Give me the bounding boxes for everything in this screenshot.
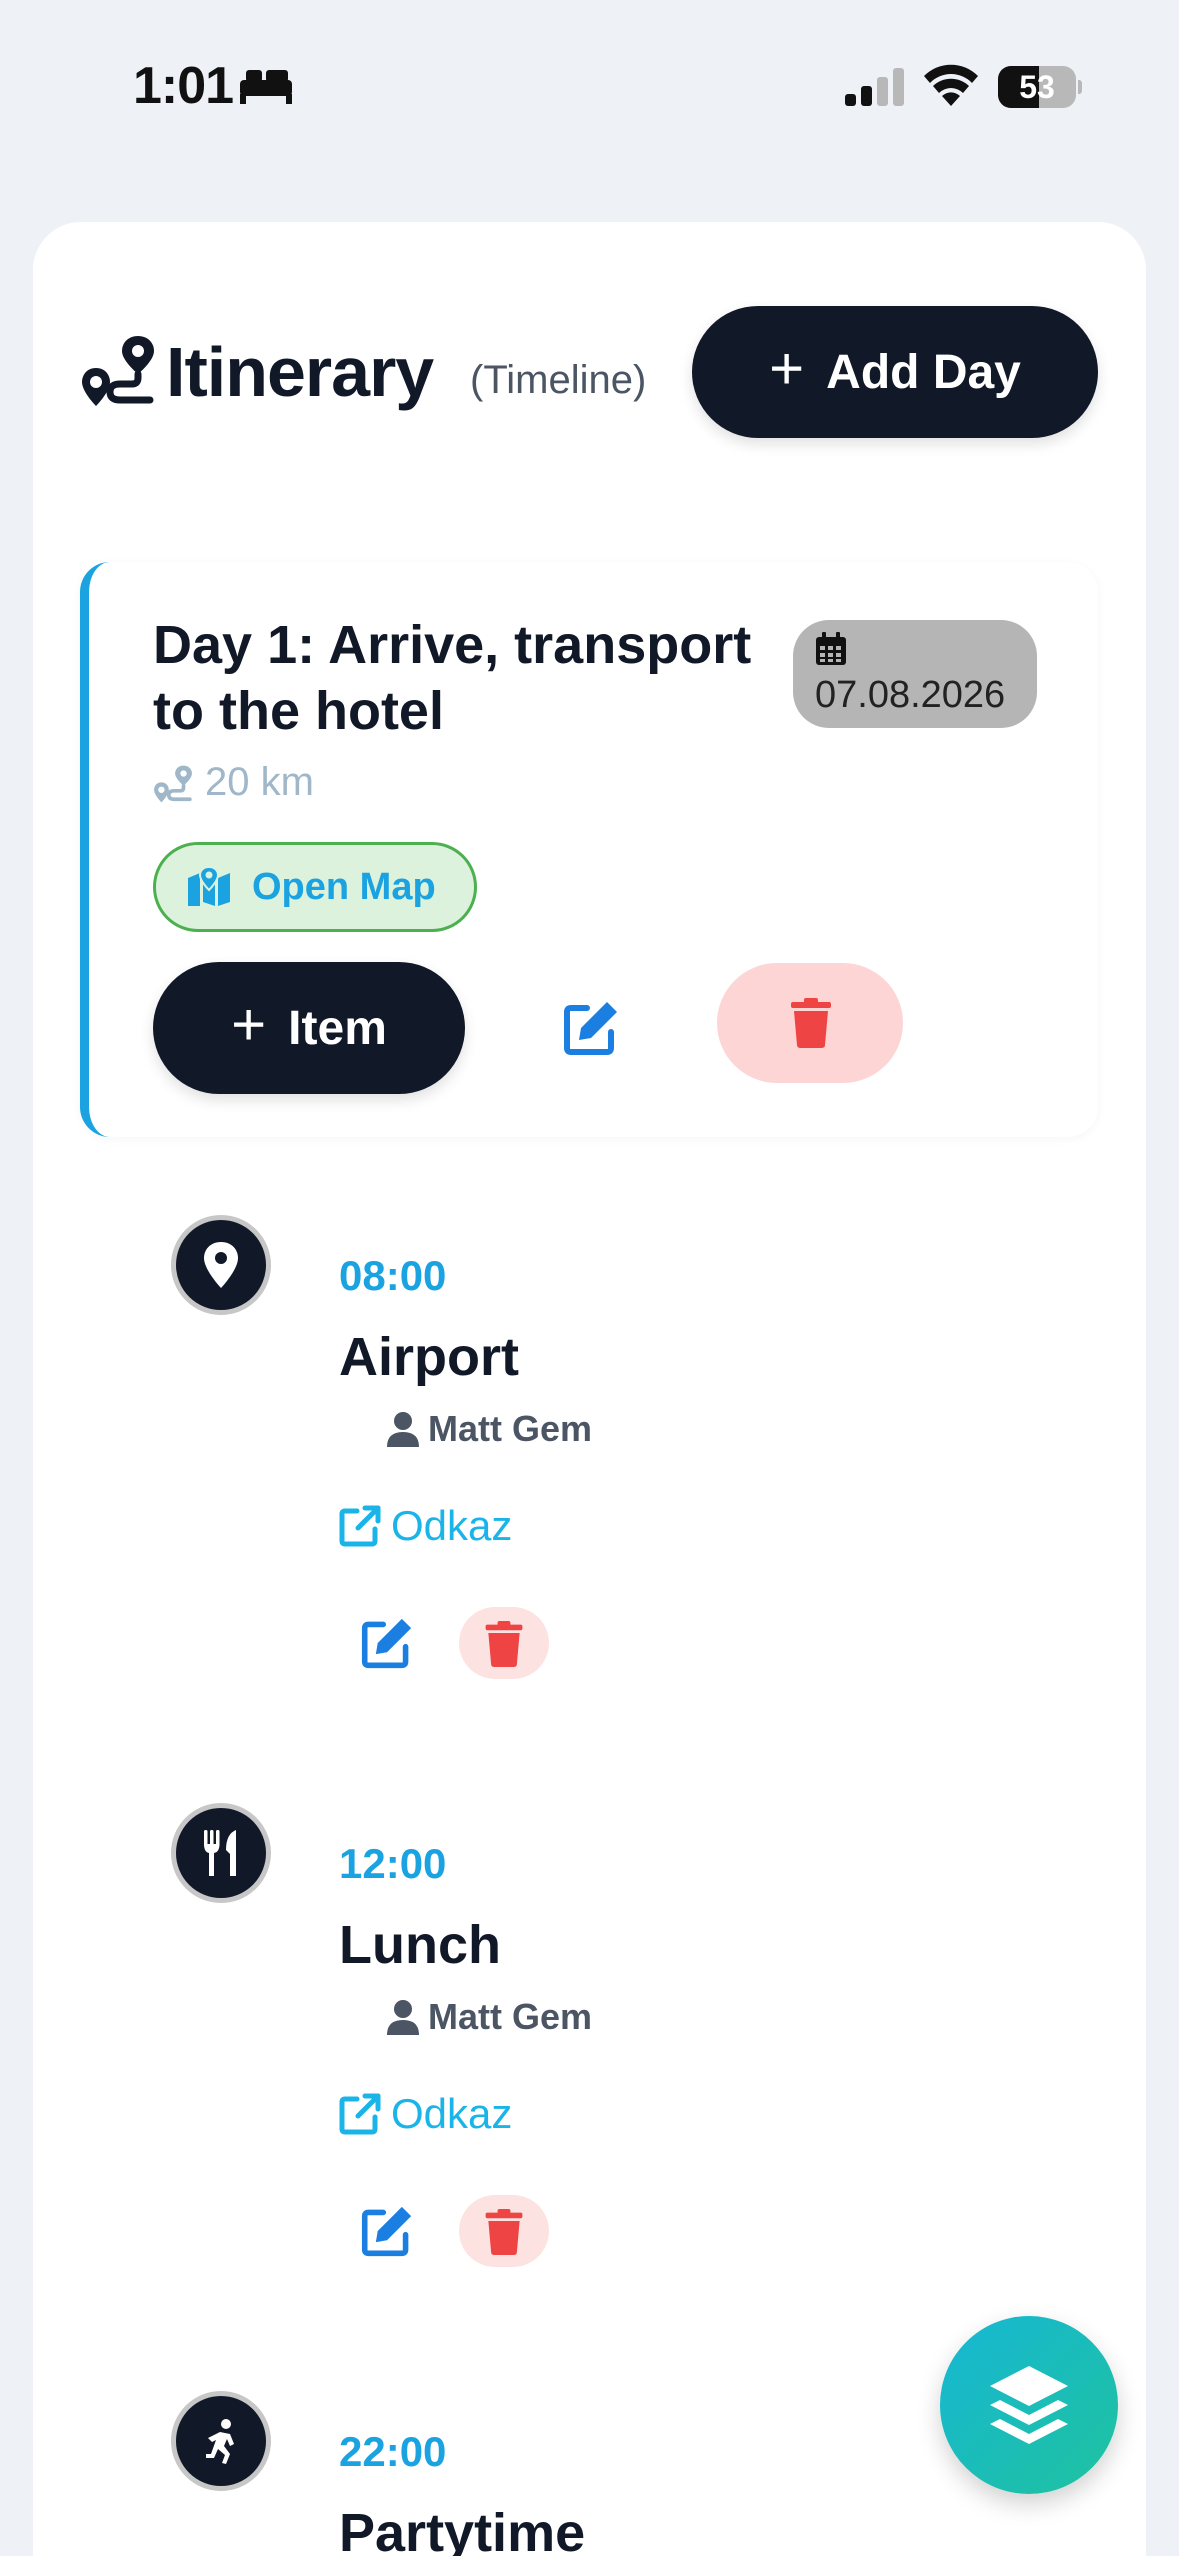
- entry-person-name: Matt Gem: [428, 1408, 593, 1449]
- entry-time: 08:00: [339, 1252, 447, 1299]
- battery-level: 53: [1019, 69, 1055, 105]
- route-icon: [82, 336, 154, 406]
- page-title: Itinerary: [166, 333, 434, 411]
- timeline-marker: [171, 1215, 271, 1315]
- entry-time: 12:00: [339, 1840, 447, 1887]
- entry-link[interactable]: Odkaz: [339, 2090, 512, 2138]
- running-person-icon: [206, 2419, 234, 2464]
- delete-day-button[interactable]: [717, 963, 903, 1083]
- page-subtitle: (Timeline): [470, 358, 647, 402]
- entry-person: Matt Gem: [386, 1408, 592, 1450]
- entry-person: Matt Gem: [386, 1996, 592, 2038]
- edit-entry-icon[interactable]: [361, 2205, 413, 2257]
- entry-title: Airport: [339, 1327, 519, 1387]
- add-item-label: Item: [288, 1001, 387, 1055]
- entry-title: Lunch: [339, 1915, 501, 1975]
- timeline-marker: [171, 2391, 271, 2491]
- day-title: Day 1: Arrive, transport to the hotel: [153, 615, 752, 741]
- entry-time: 22:00: [339, 2428, 447, 2475]
- map-pin-icon: [204, 1242, 238, 1288]
- day-date: 07.08.2026: [815, 674, 1006, 716]
- layers-fab-button[interactable]: [940, 2316, 1118, 2494]
- add-item-button[interactable]: + Item: [153, 962, 465, 1094]
- trash-icon: [485, 2209, 523, 2255]
- add-day-label: Add Day: [826, 345, 1021, 399]
- external-link-icon: [339, 1505, 381, 1547]
- cellular-signal-icon: [845, 68, 904, 106]
- day-distance: 20 km: [205, 760, 314, 804]
- layers-icon: [990, 2366, 1068, 2444]
- entry-link[interactable]: Odkaz: [339, 1502, 512, 1550]
- delete-entry-button[interactable]: [459, 1607, 549, 1679]
- status-bar: 1:01 53: [0, 0, 1179, 175]
- external-link-icon: [339, 2093, 381, 2135]
- user-icon: [387, 1412, 419, 1447]
- entry-link-label: Odkaz: [391, 1502, 513, 1549]
- entry-person-name: Matt Gem: [428, 1996, 593, 2037]
- wifi-icon: [924, 64, 978, 106]
- trash-icon: [791, 998, 831, 1048]
- plus-icon: +: [769, 335, 805, 402]
- open-map-label: Open Map: [252, 865, 436, 908]
- bed-icon: [240, 70, 292, 104]
- calendar-icon: [816, 632, 846, 665]
- entry-title: Partytime: [339, 2503, 586, 2556]
- timeline-marker: [171, 1803, 271, 1903]
- date-badge[interactable]: 07.08.2026: [793, 620, 1037, 728]
- battery-indicator: 53: [998, 66, 1082, 108]
- entry-link-label: Odkaz: [391, 2090, 513, 2137]
- open-map-button[interactable]: Open Map: [153, 842, 477, 932]
- edit-day-icon[interactable]: [563, 1000, 619, 1056]
- plus-icon: +: [231, 991, 267, 1058]
- map-icon: [188, 866, 230, 906]
- add-day-button[interactable]: + Add Day: [692, 306, 1098, 438]
- delete-entry-button[interactable]: [459, 2195, 549, 2267]
- utensils-icon: [204, 1830, 236, 1876]
- status-time: 1:01: [133, 57, 234, 115]
- trash-icon: [485, 1621, 523, 1667]
- route-icon: [154, 765, 192, 803]
- edit-entry-icon[interactable]: [361, 1617, 413, 1669]
- user-icon: [387, 2000, 419, 2035]
